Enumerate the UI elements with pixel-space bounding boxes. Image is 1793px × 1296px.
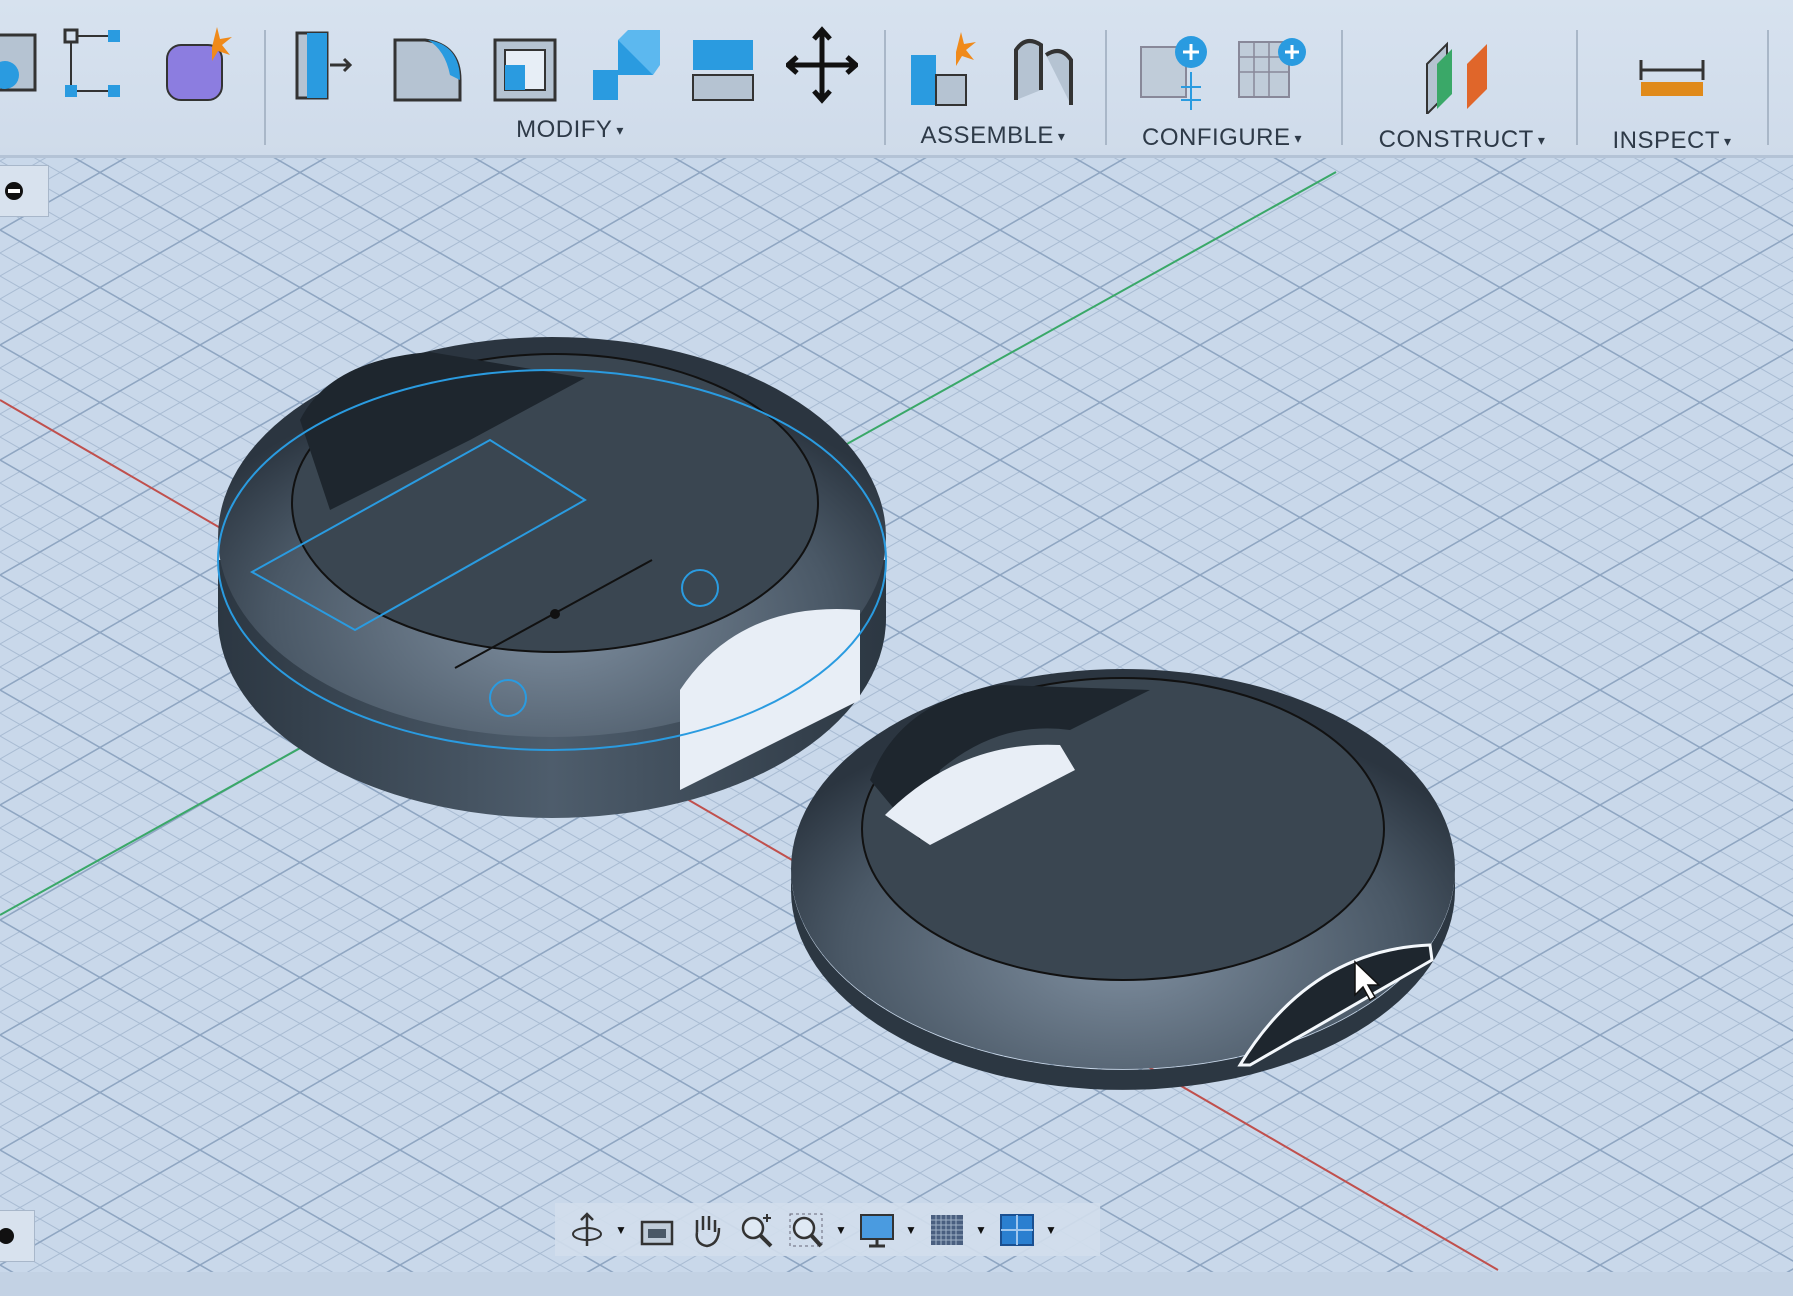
zoom-window-icon (789, 1213, 823, 1247)
body-2-model (791, 669, 1455, 1090)
configure-menu[interactable]: CONFIGURE ▾ (1142, 124, 1302, 152)
configure-label: CONFIGURE (1141, 124, 1291, 151)
zoom-dropdown[interactable]: ▼ (835, 1223, 849, 1237)
construct-plane-icon[interactable] (1422, 34, 1494, 114)
zoom-icon (741, 1213, 773, 1247)
toolbar: MODIFY ▾ ASSEMBLE ▾ CONFIGURE ▾ CONSTRUCT ▾ … (0, 0, 1793, 158)
look-at-icon (640, 1220, 674, 1245)
new-component-icon[interactable] (906, 30, 978, 110)
plus-circle-icon (0, 1228, 14, 1244)
assemble-menu[interactable]: ASSEMBLE ▾ (921, 122, 1066, 150)
toolbar-divider (1576, 30, 1578, 145)
zoom-window-button[interactable] (785, 1208, 829, 1252)
caret-down-icon: ▾ (1294, 130, 1303, 147)
configure-table-icon[interactable] (1136, 32, 1208, 112)
display-settings-icon (860, 1213, 894, 1247)
measure-icon[interactable] (1636, 40, 1708, 120)
joint-icon[interactable] (1006, 30, 1078, 110)
orbit-button[interactable] (565, 1208, 609, 1252)
body-1-model (217, 337, 887, 818)
shell-icon[interactable] (490, 25, 562, 105)
comments-expand-button[interactable] (0, 1210, 35, 1262)
pan-hand-icon (695, 1215, 721, 1247)
grid-settings-button[interactable] (925, 1208, 969, 1252)
toolbar-divider (1767, 30, 1769, 145)
modify-menu[interactable]: MODIFY ▾ (516, 116, 624, 144)
navigation-bar: ▼ ▼ ▼ ▼ ▼ (555, 1203, 1100, 1256)
combine-icon[interactable] (588, 25, 660, 105)
inspect-menu[interactable]: INSPECT ▾ (1612, 127, 1731, 155)
caret-down-icon: ▾ (1723, 133, 1732, 150)
toolbar-divider (1341, 30, 1343, 145)
grid-settings-dropdown[interactable]: ▼ (975, 1223, 989, 1237)
construct-label: CONSTRUCT (1378, 126, 1534, 153)
construct-menu[interactable]: CONSTRUCT ▾ (1379, 126, 1546, 154)
modify-label: MODIFY (516, 116, 613, 143)
browser-collapse-button[interactable] (0, 165, 49, 217)
fillet-icon[interactable] (390, 25, 462, 105)
display-settings-dropdown[interactable]: ▼ (905, 1223, 919, 1237)
look-at-button[interactable] (635, 1208, 679, 1252)
zoom-button[interactable] (735, 1208, 779, 1252)
toolbar-divider (884, 30, 886, 145)
toolbar-divider (1105, 30, 1107, 145)
viewports-dropdown[interactable]: ▼ (1045, 1223, 1059, 1237)
orbit-icon (572, 1211, 602, 1246)
move-icon[interactable] (786, 25, 858, 105)
grid-settings-icon (931, 1214, 963, 1245)
caret-down-icon: ▾ (616, 122, 624, 139)
viewports-button[interactable] (995, 1208, 1039, 1252)
display-settings-button[interactable] (855, 1208, 899, 1252)
minus-circle-icon (5, 182, 23, 200)
orbit-dropdown[interactable]: ▼ (615, 1223, 629, 1237)
viewports-icon (1000, 1213, 1034, 1246)
pan-button[interactable] (685, 1208, 729, 1252)
3d-viewport-canvas[interactable] (0, 0, 1793, 1296)
toolbar-divider (264, 30, 266, 145)
create-form-icon[interactable] (162, 25, 234, 105)
configure-grid-icon[interactable] (1234, 32, 1306, 112)
inspect-label: INSPECT (1612, 127, 1720, 154)
sketch-constraint-icon[interactable] (60, 25, 132, 105)
caret-down-icon: ▾ (1537, 132, 1546, 149)
press-pull-icon[interactable] (292, 25, 364, 105)
assemble-label: ASSEMBLE (920, 122, 1054, 149)
offset-face-icon[interactable] (688, 25, 760, 105)
status-bar (0, 1272, 1793, 1296)
caret-down-icon: ▾ (1057, 128, 1066, 145)
